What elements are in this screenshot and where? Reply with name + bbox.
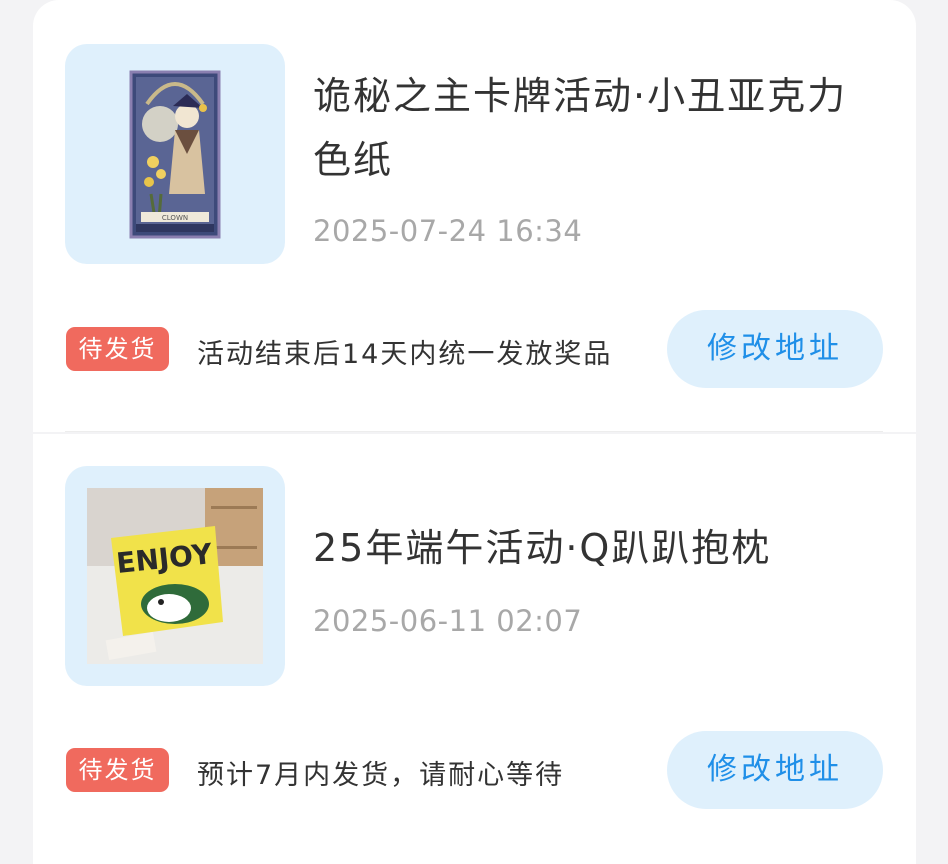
- shipping-note: 预计7月内发货，请耐心等待: [197, 760, 565, 791]
- status-badge: 待发货: [66, 748, 169, 792]
- enjoy-pillow-image: ENJOY: [87, 488, 263, 664]
- order-card[interactable]: CLOWN 诡秘之主卡牌活动·小丑亚克力色纸 2025-07-24 16:34 …: [33, 0, 916, 432]
- modify-address-button[interactable]: 修改地址: [667, 310, 883, 388]
- clown-tarot-card-image: CLOWN: [129, 70, 221, 239]
- status-badge: 待发货: [66, 327, 169, 371]
- order-card[interactable]: ENJOY 25年端午活动·Q趴趴抱枕 2025-06-11 02:07 待发货…: [33, 434, 916, 864]
- order-date: 2025-07-24 16:34: [313, 214, 583, 248]
- product-thumbnail[interactable]: ENJOY: [65, 466, 285, 686]
- order-title: 诡秘之主卡牌活动·小丑亚克力色纸: [313, 74, 848, 182]
- shipping-note: 活动结束后14天内统一发放奖品: [197, 339, 613, 370]
- product-thumbnail[interactable]: CLOWN: [65, 44, 285, 264]
- order-date: 2025-06-11 02:07: [313, 604, 583, 638]
- card-caption: CLOWN: [162, 214, 188, 222]
- modify-address-button[interactable]: 修改地址: [667, 731, 883, 809]
- order-title: 25年端午活动·Q趴趴抱枕: [313, 526, 772, 570]
- divider: [65, 431, 883, 432]
